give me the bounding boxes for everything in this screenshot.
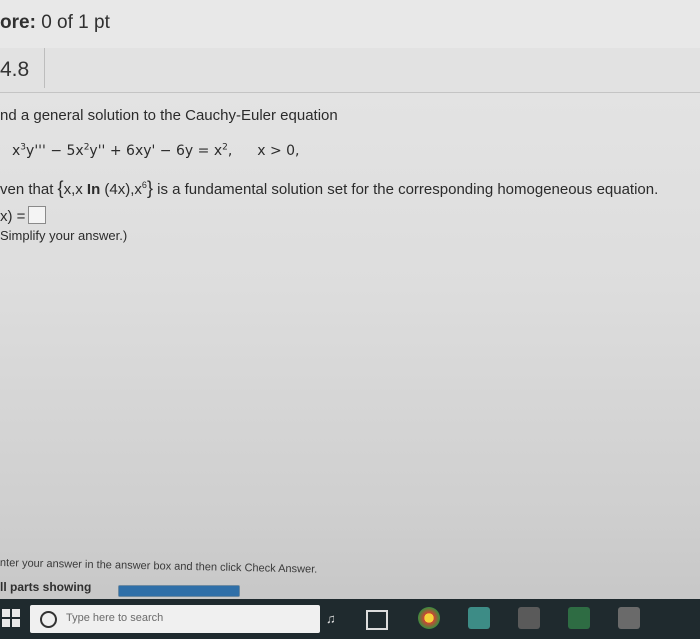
answer-label: x) = (0, 208, 26, 225)
score-label: ore: (0, 12, 36, 33)
footer-instruction: nter your answer in the answer box and t… (0, 557, 318, 576)
score-text: ore: 0 of 1 pt (0, 12, 110, 34)
eq-term: y'' + 6xy' − 6y = x (89, 143, 223, 159)
app-icon[interactable] (568, 607, 590, 629)
hint-text: Simplify your answer.) (0, 228, 128, 243)
microphone-icon[interactable]: ♫ (326, 611, 340, 627)
eq-term: y''' − 5x (26, 143, 84, 159)
search-placeholder: Type here to search (66, 612, 164, 624)
given-suffix: is a fundamental solution set for the co… (152, 181, 659, 198)
given-prefix: ven that (0, 181, 58, 198)
chrome-icon[interactable] (418, 607, 440, 629)
problem-intro: nd a general solution to the Cauchy-Eule… (0, 107, 338, 124)
parts-progress-fill (119, 586, 239, 596)
score-value: 0 of 1 pt (41, 12, 110, 33)
taskbar: Type here to search ♫ (0, 599, 700, 639)
equation: x3y''' − 5x2y'' + 6xy' − 6y = x2, x > 0, (12, 143, 299, 159)
score-bar: ore: 0 of 1 pt (0, 0, 700, 49)
app-icon[interactable] (618, 607, 640, 629)
taskbar-search-box[interactable]: Type here to search (30, 605, 320, 633)
parts-progress-bar (118, 585, 240, 597)
set-term: x,x (63, 181, 87, 198)
store-icon[interactable] (518, 607, 540, 629)
search-icon (40, 611, 57, 628)
eq-condition: x > 0, (257, 143, 300, 159)
answer-input[interactable] (28, 206, 47, 224)
question-number-bar: 4.8 (0, 48, 700, 93)
eq-term: , (227, 143, 233, 159)
screen: ore: 0 of 1 pt 4.8 nd a general solution… (0, 0, 700, 639)
parts-showing-label: ll parts showing (0, 580, 92, 594)
photos-icon[interactable] (468, 607, 490, 629)
set-ln: In (86, 181, 101, 198)
set-term: (4x),x (100, 181, 142, 198)
answer-row: x) = (0, 206, 47, 225)
task-view-icon[interactable] (366, 610, 388, 630)
given-line: ven that {x,x In (4x),x6} is a fundament… (0, 178, 658, 199)
question-number: 4.8 (0, 58, 30, 81)
windows-icon[interactable] (2, 609, 22, 629)
